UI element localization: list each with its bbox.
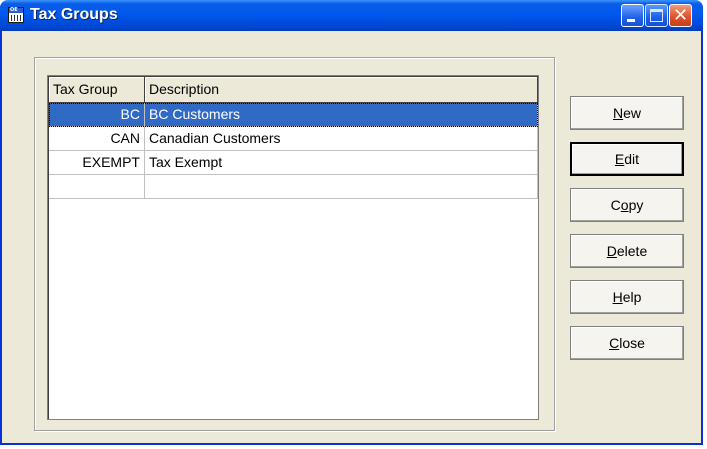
minimize-icon [627,19,635,22]
maximize-button[interactable] [645,4,668,27]
edit-mnemonic: E [614,151,625,167]
close-label-rest: lose [619,335,645,351]
cell-description: BC Customers [145,103,538,127]
window-title: Tax Groups [30,6,118,23]
app-icon-text: OE [10,7,18,13]
table-row[interactable]: CAN Canadian Customers [49,127,538,151]
help-mnemonic: H [612,289,623,305]
cell-tax-group: EXEMPT [49,151,145,175]
tax-groups-grid[interactable]: Tax Group Description BC BC Customers CA… [47,75,539,420]
maximize-icon [650,9,663,22]
app-icon-grid [11,15,21,21]
copy-button[interactable]: Copy [570,188,684,222]
delete-mnemonic: D [606,243,617,259]
edit-button[interactable]: Edit [570,142,684,176]
minimize-button[interactable] [621,4,644,27]
title-bar[interactable]: OE Tax Groups ✕ [0,0,703,31]
help-label-rest: elp [622,289,642,305]
cell-tax-group: BC [49,103,145,127]
table-row[interactable]: EXEMPT Tax Exempt [49,151,538,175]
close-window-button[interactable]: ✕ [669,4,692,27]
new-label-rest: ew [623,105,642,121]
new-mnemonic: N [612,105,624,121]
new-button[interactable]: New [570,96,684,130]
close-mnemonic: C [609,335,620,351]
column-header-tax-group[interactable]: Tax Group [49,77,145,103]
grid-header: Tax Group Description [49,77,538,103]
cell-description: Tax Exempt [145,151,538,175]
cell-tax-group [49,175,145,199]
delete-label-rest: elete [616,243,648,259]
close-button[interactable]: Close [570,326,684,360]
copy-label-pre: C [610,197,621,213]
delete-button[interactable]: Delete [570,234,684,268]
cell-description: Canadian Customers [145,127,538,151]
help-button[interactable]: Help [570,280,684,314]
edit-label-rest: dit [624,151,640,167]
copy-mnemonic: o [620,197,629,213]
cell-tax-group: CAN [49,127,145,151]
table-row-empty[interactable] [49,175,538,199]
oe-app-icon[interactable]: OE [8,7,24,23]
copy-label-rest: py [628,197,644,213]
table-row[interactable]: BC BC Customers [49,103,538,127]
cell-description [145,175,538,199]
column-header-description[interactable]: Description [145,77,538,103]
close-icon: ✕ [672,5,689,26]
